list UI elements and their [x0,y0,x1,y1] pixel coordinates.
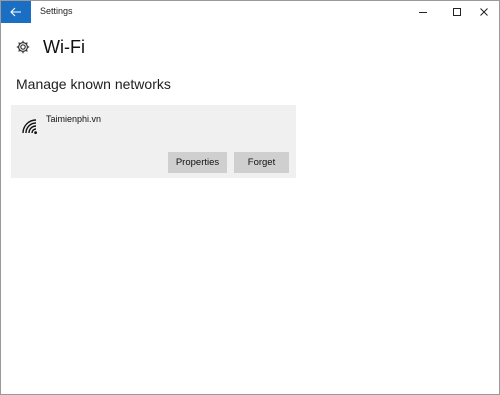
settings-window: Settings Wi-Fi Manage known networks Tai… [0,0,500,395]
close-button[interactable] [469,1,499,23]
known-network-item[interactable]: Taimienphi.vn Properties Forget [11,105,296,178]
title-bar: Settings [1,1,499,23]
close-icon [480,8,488,16]
minimize-button[interactable] [408,1,438,23]
gear-icon [16,40,30,54]
back-button[interactable] [1,1,31,23]
section-title: Manage known networks [16,76,171,92]
maximize-icon [453,8,461,16]
forget-button[interactable]: Forget [234,152,289,173]
minimize-icon [419,12,427,13]
page-header: Wi-Fi [16,36,85,58]
network-name: Taimienphi.vn [46,114,102,124]
wifi-icon [22,119,37,134]
properties-button[interactable]: Properties [168,152,227,173]
maximize-button[interactable] [442,1,472,23]
window-title: Settings [40,6,73,16]
back-arrow-icon [10,7,21,17]
page-title: Wi-Fi [43,36,85,57]
